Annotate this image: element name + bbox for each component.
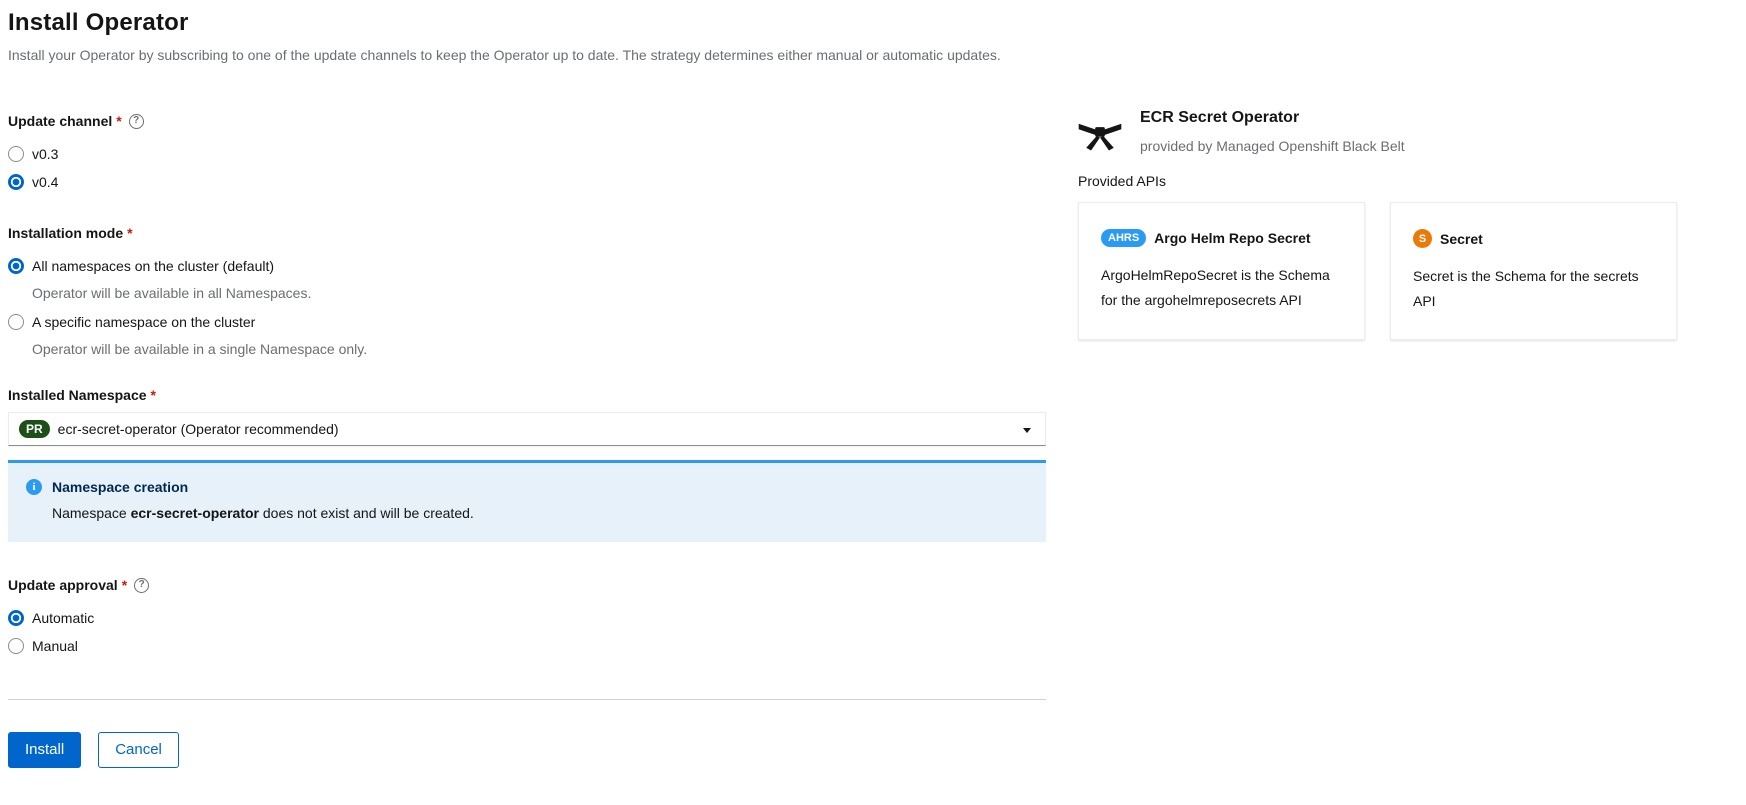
- install-operator-page: Install Operator Install your Operator b…: [0, 0, 1746, 805]
- help-icon[interactable]: ?: [134, 578, 149, 593]
- alert-body: Namespace ecr-secret-operator does not e…: [52, 504, 1030, 522]
- installation-mode-label: Installation mode: [8, 224, 123, 242]
- api-kind-badge: S: [1413, 229, 1432, 248]
- radio-button-icon-checked[interactable]: [8, 258, 24, 274]
- operator-name: ECR Secret Operator: [1140, 108, 1405, 128]
- radio-option-automatic[interactable]: Automatic: [8, 608, 1046, 628]
- operator-provider: provided by Managed Openshift Black Belt: [1140, 137, 1405, 155]
- update-approval-label-row: Update approval * ?: [8, 576, 1046, 594]
- operator-details-column: ECR Secret Operator provided by Managed …: [1078, 103, 1702, 340]
- update-channel-label: Update channel: [8, 112, 112, 130]
- install-form-column: Install Operator Install your Operator b…: [8, 8, 1046, 768]
- radio-option-v04[interactable]: v0.4: [8, 172, 1046, 192]
- installed-namespace-value: ecr-secret-operator (Operator recommende…: [58, 421, 339, 437]
- api-card-secret: S Secret Secret is the Schema for the se…: [1390, 202, 1677, 340]
- radio-option-label[interactable]: v0.3: [32, 144, 58, 164]
- installed-namespace-label-row: Installed Namespace *: [8, 386, 1046, 404]
- operator-header: ECR Secret Operator provided by Managed …: [1078, 103, 1702, 158]
- api-card-header: AHRS Argo Helm Repo Secret: [1101, 229, 1342, 247]
- installation-mode-radio-group: All namespaces on the cluster (default) …: [8, 256, 1046, 358]
- installation-mode-label-row: Installation mode *: [8, 224, 1046, 242]
- api-card-header: S Secret: [1413, 229, 1654, 248]
- required-asterisk: *: [122, 576, 127, 594]
- page-title: Install Operator: [8, 8, 1046, 38]
- radio-option-label[interactable]: A specific namespace on the cluster: [32, 312, 255, 332]
- form-footer-divider: [8, 699, 1046, 700]
- info-icon: i: [26, 479, 42, 495]
- radio-button-icon[interactable]: [8, 638, 24, 654]
- namespace-creation-alert: i Namespace creation Namespace ecr-secre…: [8, 460, 1046, 542]
- radio-option-label[interactable]: Manual: [32, 636, 78, 656]
- alert-body-suffix: does not exist and will be created.: [259, 505, 474, 521]
- installed-namespace-label: Installed Namespace: [8, 386, 147, 404]
- radio-option-description: Operator will be available in a single N…: [32, 340, 1046, 358]
- radio-button-icon[interactable]: [8, 146, 24, 162]
- alert-header: i Namespace creation: [26, 479, 1030, 495]
- alert-title: Namespace creation: [52, 479, 188, 495]
- api-card-title: Argo Helm Repo Secret: [1154, 230, 1310, 246]
- alert-body-prefix: Namespace: [52, 505, 131, 521]
- install-button[interactable]: Install: [8, 732, 81, 768]
- radio-button-icon-checked[interactable]: [8, 174, 24, 190]
- api-kind-badge: AHRS: [1101, 229, 1146, 247]
- api-card-title: Secret: [1440, 231, 1483, 247]
- radio-option-all-namespaces[interactable]: All namespaces on the cluster (default): [8, 256, 1046, 276]
- radio-button-icon[interactable]: [8, 314, 24, 330]
- operator-meta: ECR Secret Operator provided by Managed …: [1140, 103, 1405, 158]
- required-asterisk: *: [151, 386, 156, 404]
- provided-apis-cards: AHRS Argo Helm Repo Secret ArgoHelmRepoS…: [1078, 202, 1702, 340]
- operator-logo: [1078, 115, 1122, 158]
- update-approval-radio-group: Automatic Manual: [8, 608, 1046, 656]
- page-subtitle: Install your Operator by subscribing to …: [8, 46, 1046, 64]
- caret-down-icon[interactable]: [1023, 428, 1031, 433]
- required-asterisk: *: [127, 224, 132, 242]
- required-asterisk: *: [116, 112, 121, 130]
- api-card-argo-helm-repo-secret: AHRS Argo Helm Repo Secret ArgoHelmRepoS…: [1078, 202, 1365, 340]
- update-channel-label-row: Update channel * ?: [8, 112, 1046, 130]
- help-icon[interactable]: ?: [129, 114, 144, 129]
- api-card-description: Secret is the Schema for the secrets API: [1413, 264, 1654, 314]
- radio-option-manual[interactable]: Manual: [8, 636, 1046, 656]
- black-belt-icon: [1078, 115, 1122, 153]
- provided-apis-label: Provided APIs: [1078, 172, 1702, 190]
- radio-option-v03[interactable]: v0.3: [8, 144, 1046, 164]
- radio-option-label[interactable]: All namespaces on the cluster (default): [32, 256, 274, 276]
- form-actions: Install Cancel: [8, 732, 1046, 768]
- radio-option-label[interactable]: Automatic: [32, 608, 94, 628]
- radio-option-description: Operator will be available in all Namesp…: [32, 284, 1046, 302]
- radio-option-label[interactable]: v0.4: [32, 172, 58, 192]
- api-card-description: ArgoHelmRepoSecret is the Schema for the…: [1101, 263, 1342, 313]
- radio-button-icon-checked[interactable]: [8, 610, 24, 626]
- alert-body-namespace: ecr-secret-operator: [131, 505, 259, 521]
- update-channel-radio-group: v0.3 v0.4: [8, 144, 1046, 192]
- cancel-button[interactable]: Cancel: [98, 732, 179, 768]
- radio-option-specific-namespace[interactable]: A specific namespace on the cluster: [8, 312, 1046, 332]
- project-resource-badge: PR: [19, 420, 50, 438]
- installed-namespace-select[interactable]: PR ecr-secret-operator (Operator recomme…: [8, 412, 1046, 446]
- update-approval-label: Update approval: [8, 576, 118, 594]
